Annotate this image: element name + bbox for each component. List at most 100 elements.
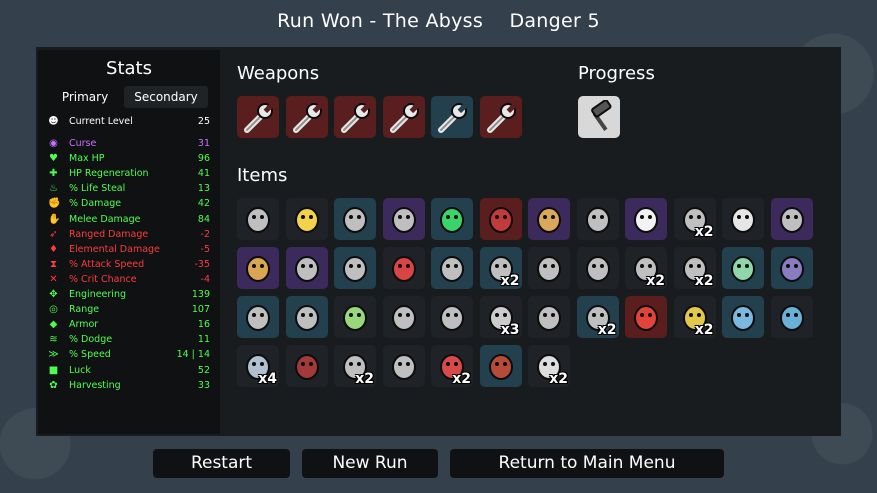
item-slot[interactable]: x4 [237,345,279,387]
flask-icon [440,207,464,233]
item-slot[interactable] [334,247,376,289]
item-slot[interactable] [528,296,570,338]
item-slot[interactable] [576,247,619,289]
stat-row[interactable]: ♥ Max HP 96 [48,151,212,166]
item-slot[interactable]: x2 [334,345,376,387]
stat-row[interactable]: ✋ Melee Damage 84 [48,212,212,227]
tab-primary[interactable]: Primary [48,86,122,108]
axe-icon [537,256,561,282]
item-slot[interactable] [334,296,376,338]
cauldron-icon [246,256,270,282]
stat-row[interactable]: ≋ % Dodge 11 [48,332,212,347]
stat-value: 41 [197,168,210,180]
item-count: x2 [694,224,714,240]
stat-row[interactable]: ◎ Range 107 [48,302,212,317]
stat-row[interactable]: ♦ Elemental Damage -5 [48,242,212,257]
item-slot[interactable] [625,198,667,240]
item-slot[interactable] [770,247,813,289]
stat-row[interactable]: ✕ % Crit Chance -4 [48,272,212,287]
stat-label: % Speed [69,349,111,361]
item-slot[interactable] [237,96,279,138]
stat-value: -5 [200,243,210,255]
item-slot[interactable]: x3 [479,296,522,338]
item-slot[interactable] [431,296,473,338]
ranged-icon: ➶ [49,228,58,240]
item-slot[interactable] [722,247,764,289]
stat-label: Melee Damage [69,213,141,225]
item-slot[interactable] [285,96,328,138]
item-slot[interactable]: x2 [479,247,522,289]
wrench-icon [341,103,370,133]
stat-row[interactable]: ✚ HP Regeneration 41 [48,166,212,181]
stat-row[interactable]: ➶ Ranged Damage -2 [48,227,212,242]
item-slot[interactable] [625,296,667,338]
stat-row[interactable]: ☻ Current Level 25 [48,114,212,129]
item-slot[interactable] [382,247,425,289]
stat-label: % Dodge [69,334,113,346]
item-slot[interactable] [578,96,620,138]
stat-row[interactable]: ✿ Harvesting 33 [48,378,212,393]
stat-row[interactable]: ⧗ % Attack Speed -35 [48,257,212,272]
lighthouse-icon [391,256,416,282]
item-slot[interactable] [479,345,522,387]
item-slot[interactable] [770,296,813,338]
item-slot[interactable] [334,198,376,240]
stat-row[interactable]: ♨ % Life Steal 13 [48,181,212,196]
item-slot[interactable] [237,247,279,289]
item-count: x2 [355,371,374,387]
item-slot[interactable] [479,96,522,138]
item-slot[interactable] [285,296,328,338]
item-slot[interactable] [285,345,328,387]
item-slot[interactable] [576,198,619,240]
item-slot[interactable]: x2 [431,345,473,387]
item-slot[interactable] [285,247,328,289]
stat-row[interactable]: ✥ Engineering 139 [48,287,212,302]
wrench-icon [292,103,322,133]
item-slot[interactable]: x2 [576,296,619,338]
item-slot[interactable] [382,96,425,138]
potion-icon [343,305,367,331]
item-slot[interactable] [431,247,473,289]
item-slot[interactable]: x2 [528,345,570,387]
item-slot[interactable] [237,296,279,338]
crit-icon: ✕ [49,273,58,285]
stat-row[interactable]: ✊ % Damage 42 [48,196,212,211]
item-slot[interactable]: x2 [673,247,716,289]
item-slot[interactable] [382,198,425,240]
item-slot[interactable] [431,96,473,138]
stat-value: 14 | 14 [176,349,210,361]
item-slot[interactable] [285,198,328,240]
item-count: x2 [694,322,714,338]
main-menu-button[interactable]: Return to Main Menu [450,449,724,478]
item-slot[interactable] [722,296,764,338]
item-slot[interactable] [237,198,279,240]
item-slot[interactable] [382,296,425,338]
item-slot[interactable] [382,345,425,387]
item-slot[interactable]: x2 [673,198,716,240]
item-slot[interactable] [722,198,764,240]
item-slot[interactable]: x2 [625,247,667,289]
danger-level: Danger 5 [509,10,600,32]
stat-row[interactable]: ■ Luck 52 [48,363,212,378]
stat-value: 11 [197,334,210,346]
stat-row[interactable]: ◉ Curse 31 [48,136,212,151]
item-slot[interactable] [770,198,813,240]
restart-button[interactable]: Restart [153,449,290,478]
item-slot[interactable] [479,198,522,240]
stat-row[interactable]: ◆ Armor 16 [48,317,212,332]
new-run-button[interactable]: New Run [302,449,438,478]
stat-row[interactable]: ≫ % Speed 14 | 14 [48,347,212,362]
item-slot[interactable] [528,198,570,240]
tab-secondary[interactable]: Secondary [124,86,208,108]
item-slot[interactable]: x2 [673,296,716,338]
stat-value: 96 [197,153,210,165]
stat-label: % Life Steal [69,183,126,195]
item-slot[interactable] [431,198,473,240]
item-count: x4 [258,371,277,387]
bottle-icon [391,207,416,233]
item-slot[interactable] [334,96,376,138]
stat-value: -4 [200,273,210,285]
heart-icon: ♥ [49,153,58,165]
item-slot[interactable] [528,247,570,289]
wheat-icon [537,207,561,233]
